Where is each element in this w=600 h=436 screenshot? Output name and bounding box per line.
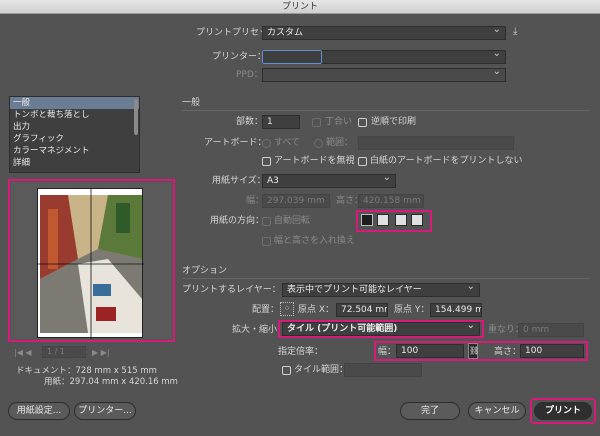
auto-rotate-checkbox[interactable]	[262, 217, 271, 226]
transverse-label: 幅と高さを入れ換え	[274, 236, 356, 246]
sidebar-item-color-management[interactable]: カラーマネジメント	[10, 145, 139, 157]
reverse-order-checkbox[interactable]	[358, 118, 367, 127]
general-divider	[182, 110, 590, 111]
printer-button[interactable]: プリンター...	[74, 402, 136, 420]
collate-label: 丁合い	[325, 117, 353, 127]
page-setup-button[interactable]: 用紙設定...	[8, 402, 70, 420]
portrait-icon[interactable]	[361, 214, 373, 226]
preview-artwork	[38, 189, 144, 339]
window-title: プリント	[281, 2, 318, 12]
scale-label: 指定倍率：	[278, 347, 324, 357]
list-scrollbar[interactable]	[134, 99, 138, 135]
layers-select[interactable]: 表示中でプリント可能なレイヤー	[282, 283, 480, 297]
rotated-landscape-icon[interactable]	[411, 214, 423, 226]
transverse-checkbox[interactable]	[262, 237, 271, 246]
options-divider	[182, 278, 590, 279]
sidebar-item-marks-bleed[interactable]: トンボと裁ち落とし	[10, 109, 139, 121]
tile-range-input[interactable]	[344, 363, 422, 377]
paper-size-info: 用紙：297.04 mm x 420.16 mm	[44, 377, 178, 387]
copies-input[interactable]: 1	[262, 115, 300, 129]
preview-area[interactable]	[11, 182, 172, 339]
scale-height-input[interactable]: 100	[520, 344, 584, 358]
artboard-label: アートボード：	[204, 138, 267, 148]
origin-x-label: 原点 X：	[298, 305, 335, 315]
origin-y-input[interactable]: 154.499 mm	[430, 303, 482, 317]
auto-rotate-label: 自動回転	[274, 216, 311, 226]
printer-label: プリンター：	[212, 52, 267, 62]
sidebar-item-output[interactable]: 出力	[10, 121, 139, 133]
scaling-select[interactable]: タイル (プリント可能範囲)	[282, 322, 480, 336]
artboard-range-radio[interactable]	[314, 139, 323, 148]
height-input[interactable]: 420.158 mm	[358, 194, 424, 208]
sidebar-item-advanced[interactable]: 詳細	[10, 157, 139, 169]
ignore-artboards-label: アートボードを無視	[274, 156, 355, 166]
artboard-range-label: 範囲：	[326, 138, 354, 148]
tile-range-checkbox[interactable]	[282, 366, 291, 375]
landscape-icon[interactable]	[377, 214, 389, 226]
print-button[interactable]: プリント	[534, 402, 592, 420]
origin-x-input[interactable]: 72.504 mm	[336, 303, 388, 317]
rotated-portrait-icon[interactable]	[395, 214, 407, 226]
placement-label: 配置：	[252, 305, 280, 315]
sidebar-item-general[interactable]: 一般	[10, 97, 139, 109]
scale-height-label: 高さ：	[494, 347, 522, 357]
page-prev-icon[interactable]: |◀ ◀	[14, 346, 32, 360]
ppd-select[interactable]	[262, 68, 506, 82]
overlap-input[interactable]: 0 mm	[518, 323, 584, 337]
copies-label: 部数：	[236, 117, 264, 127]
link-chain-icon[interactable]: ⛓	[468, 343, 479, 359]
orientation-label: 用紙の方向：	[210, 216, 265, 226]
tile-range-label: タイル範囲：	[294, 365, 349, 375]
printer-settings-icon[interactable]: ⤓	[513, 26, 525, 38]
ppd-label: PPD：	[236, 70, 263, 80]
placement-grid-icon[interactable]: ⁘	[280, 302, 294, 316]
page-next-icon[interactable]: ▶ ▶|	[92, 346, 110, 360]
artboard-range-input[interactable]	[358, 136, 514, 150]
width-input[interactable]: 297.039 mm	[262, 194, 330, 208]
ignore-artboards-checkbox[interactable]	[262, 157, 271, 166]
origin-y-label: 原点 Y：	[394, 305, 430, 315]
reverse-order-label: 逆順で印刷	[371, 117, 417, 127]
category-list[interactable]: 一般 トンボと裁ち落とし 出力 グラフィック カラーマネジメント 詳細	[9, 96, 140, 173]
options-heading: オプション	[182, 266, 228, 276]
preset-select[interactable]: カスタム	[262, 26, 506, 40]
artboard-all-label: すべて	[274, 138, 301, 148]
scale-width-label: 幅：	[378, 347, 397, 357]
done-button[interactable]: 完了	[400, 402, 460, 420]
general-heading: 一般	[182, 98, 201, 108]
preview-page	[37, 188, 144, 339]
scale-width-input[interactable]: 100	[396, 344, 464, 358]
printer-select-focus	[262, 50, 322, 64]
paper-size-label: 用紙サイズ：	[212, 176, 266, 186]
window-titlebar: プリント	[0, 0, 600, 14]
layers-label: プリントするレイヤー：	[182, 285, 281, 295]
cancel-button[interactable]: キャンセル	[468, 402, 526, 420]
collate-checkbox[interactable]	[312, 118, 321, 127]
skip-blank-label: 白紙のアートボードをプリントしない	[370, 156, 523, 166]
paper-size-select[interactable]: A3	[262, 174, 396, 188]
skip-blank-checkbox[interactable]	[358, 157, 367, 166]
sidebar-item-graphics[interactable]: グラフィック	[10, 133, 139, 145]
page-indicator[interactable]: 1 / 1	[42, 346, 86, 358]
artboard-all-radio[interactable]	[262, 139, 271, 148]
